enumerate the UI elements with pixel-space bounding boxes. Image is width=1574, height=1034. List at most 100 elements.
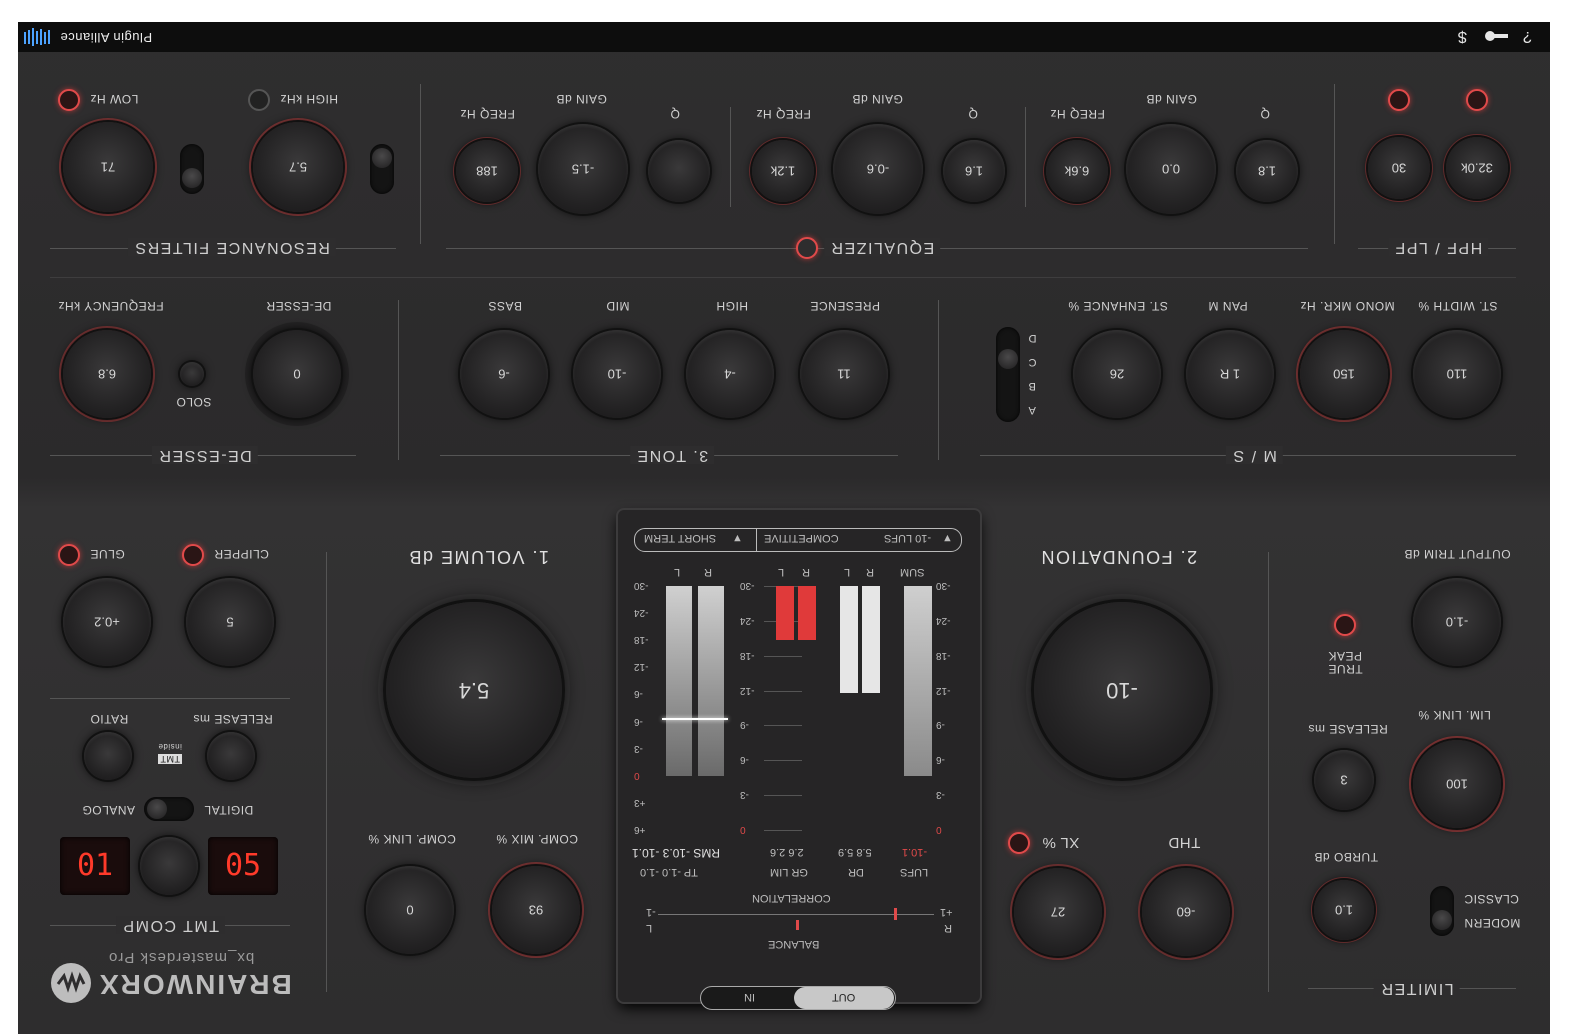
scale-left-tick: -12	[634, 661, 649, 673]
low-filter-led[interactable]	[58, 89, 80, 111]
ms-enhance-knob[interactable]: 26	[1073, 330, 1161, 418]
low-freq-knob[interactable]: 71	[63, 122, 153, 212]
scale-mid-tick: -24	[740, 614, 755, 626]
turbo-knob[interactable]: 1.0	[1314, 880, 1374, 940]
xl-knob[interactable]: 27	[1014, 868, 1102, 956]
divider	[398, 300, 399, 460]
dr-bar-r	[862, 586, 880, 694]
target-arrow[interactable]: ▼	[942, 532, 953, 544]
scale-mid-gridline	[764, 655, 802, 657]
high-khz-label: HIGH kHz	[280, 92, 338, 106]
comp-link-knob[interactable]: 0	[366, 866, 454, 954]
ms-mono-knob[interactable]: 150	[1300, 330, 1388, 418]
release-knob[interactable]	[207, 732, 255, 780]
tone-presence-knob[interactable]: 11	[800, 330, 888, 418]
ms-width-knob[interactable]: 110	[1413, 330, 1501, 418]
scale-left-tick: -18	[634, 634, 649, 646]
eq3-freq-knob[interactable]: 6.6k	[1046, 140, 1108, 202]
glue-value: +0.2	[94, 614, 120, 630]
ms-mode-switch[interactable]	[996, 327, 1020, 422]
loudness-meter: SHORT TERM ▼ COMPETITIVE -10 LUFS ▼ L R …	[618, 510, 980, 1010]
dr-label: DR	[848, 866, 864, 878]
limiter-title: LIMITER	[1374, 979, 1460, 997]
foundation-knob[interactable]: -10	[1034, 602, 1210, 778]
tone-mid-knob[interactable]: -10	[573, 330, 661, 418]
glue-led[interactable]	[58, 544, 80, 566]
glue-knob[interactable]: +0.2	[63, 578, 151, 666]
high-freq-knob[interactable]: 5.7	[253, 122, 343, 212]
tone-high-knob[interactable]: -4	[686, 330, 774, 418]
clipper-led[interactable]	[182, 544, 204, 566]
short-term-dropdown[interactable]: SHORT TERM	[644, 532, 716, 544]
scale-mid-tick: -3	[740, 789, 749, 801]
xl-led[interactable]	[1008, 832, 1030, 854]
tmt-badge: TMT	[158, 754, 182, 764]
key-icon[interactable]	[1484, 27, 1510, 50]
scale-mid-tick: -12	[740, 684, 755, 696]
lpf-knob[interactable]: 32.0k	[1446, 137, 1508, 199]
comp-divider	[50, 698, 290, 699]
true-peak-label-1: TRUE	[1328, 662, 1363, 676]
analog-digital-switch[interactable]	[144, 797, 194, 821]
classic-modern-switch[interactable]	[1430, 886, 1454, 936]
hpf-led[interactable]	[1388, 89, 1410, 111]
modern-label: MODERN	[1464, 916, 1521, 930]
target-dropdown[interactable]: -10 LUFS	[884, 532, 931, 544]
scale-right-tick: 0	[936, 824, 942, 835]
ms-enhance-value: 26	[1109, 366, 1125, 382]
eq3-gain-knob[interactable]: 0.0	[1126, 124, 1216, 214]
dollar-icon[interactable]: $	[1458, 27, 1467, 45]
ms-mono-value: 150	[1333, 366, 1355, 382]
lr-bar-l	[666, 586, 692, 777]
deesser-solo-label: SOLO	[176, 395, 212, 409]
ms-enhance-label: ST. ENHANCE %	[1068, 299, 1168, 313]
high-slope-switch[interactable]	[370, 144, 394, 194]
eq-enable-led[interactable]	[796, 237, 818, 259]
eq1-q-knob[interactable]	[648, 140, 710, 202]
clipper-knob[interactable]: 5	[186, 578, 274, 666]
high-filter-led[interactable]	[248, 89, 270, 111]
deesser-solo-button[interactable]	[180, 362, 204, 386]
preset-dropdown[interactable]: COMPETITIVE	[764, 532, 839, 544]
lim-release-knob[interactable]: 3	[1314, 750, 1374, 810]
scale-mid-gridline	[764, 795, 802, 797]
lim-link-knob[interactable]: 100	[1413, 740, 1501, 828]
eq2-q-value: 1.6	[964, 163, 984, 179]
low-slope-switch[interactable]	[180, 144, 204, 194]
true-peak-led[interactable]	[1334, 614, 1356, 636]
lr-bar-r	[698, 586, 724, 777]
lim-link-label: LIM. LINK %	[1418, 708, 1491, 722]
eq-title: EQUALIZER	[824, 238, 941, 256]
thd-knob[interactable]: -60	[1142, 868, 1230, 956]
eq3-q-knob[interactable]: 1.8	[1236, 140, 1298, 202]
deesser-amount-knob[interactable]: 0	[253, 330, 341, 418]
lpf-led[interactable]	[1466, 89, 1488, 111]
short-term-arrow[interactable]: ▼	[732, 532, 743, 544]
divider	[420, 84, 421, 244]
comp-mix-knob[interactable]: 93	[492, 866, 580, 954]
col-l-3: L	[844, 566, 851, 578]
scale-mid-gridline	[764, 725, 802, 727]
eq1-gain-knob[interactable]: -1.5	[538, 124, 628, 214]
in-button[interactable]: IN	[744, 991, 755, 1003]
help-icon[interactable]: ?	[1523, 27, 1532, 45]
ms-title: M / S	[1226, 446, 1283, 464]
volume-knob[interactable]: 5.4	[386, 602, 562, 778]
digital-label: DIGITAL	[204, 803, 254, 817]
eq1-freq-knob[interactable]: 188	[456, 140, 518, 202]
gr-values: 2.6 2.6	[770, 846, 804, 858]
output-trim-knob[interactable]: -1.0	[1413, 578, 1501, 666]
eq2-q-knob[interactable]: 1.6	[943, 140, 1005, 202]
hpf-knob[interactable]: 30	[1368, 137, 1430, 199]
ms-pan-knob[interactable]: 1 R	[1186, 330, 1274, 418]
out-button[interactable]: OUT	[832, 991, 855, 1003]
tmt-knob[interactable]	[140, 837, 198, 895]
tone-bass-knob[interactable]: -6	[460, 330, 548, 418]
scale-left-tick: -3	[634, 742, 643, 754]
deesser-freq-knob[interactable]: 6.8	[63, 330, 151, 418]
eq2-gain-knob[interactable]: -0.6	[833, 124, 923, 214]
scale-left-tick: +3	[634, 796, 646, 808]
ratio-knob[interactable]	[84, 732, 132, 780]
scale-mid-tick: 0	[740, 824, 746, 835]
eq2-freq-knob[interactable]: 1.2k	[752, 140, 814, 202]
